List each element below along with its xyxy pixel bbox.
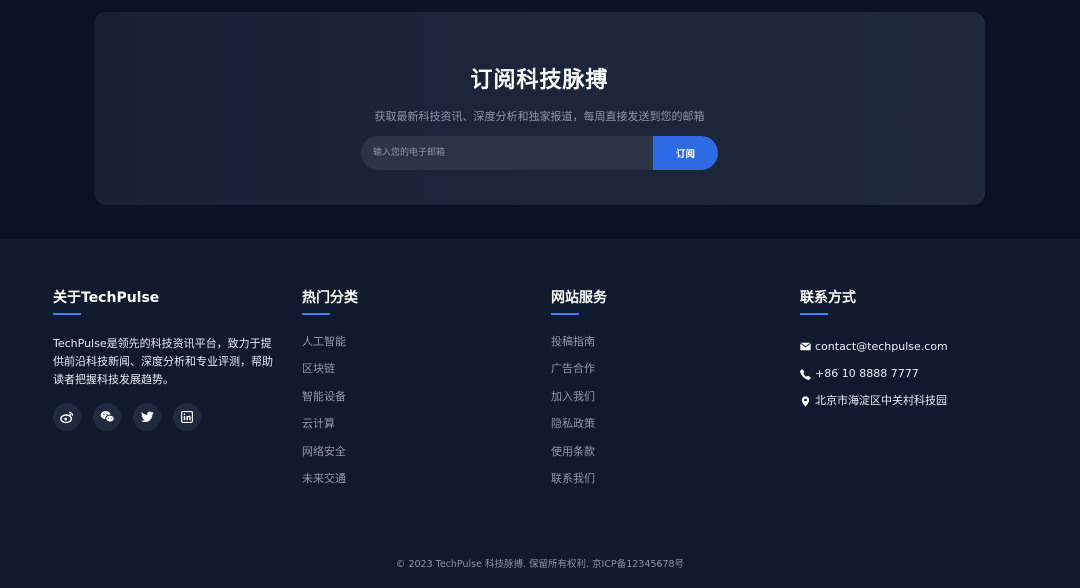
categories-title: 热门分类 — [302, 290, 358, 306]
subscribe-button[interactable]: 订阅 — [653, 136, 718, 170]
subscribe-description: 获取最新科技资讯、深度分析和独家报道，每周直接发送到您的邮箱 — [374, 110, 705, 123]
contact-phone: +86 10 8888 7777 — [815, 367, 919, 381]
contact-email-row: contact@techpulse.com — [800, 333, 948, 360]
contact-phone-row: +86 10 8888 7777 — [800, 360, 948, 387]
subscribe-title: 订阅科技脉搏 — [470, 68, 609, 93]
phone-icon — [800, 368, 811, 380]
contact-list: contact@techpulse.com +86 10 8888 7777 北… — [800, 333, 948, 415]
category-link[interactable]: 云计算 — [302, 415, 358, 442]
contact-address-row: 北京市海淀区中关村科技园 — [800, 388, 948, 415]
linkedin-icon[interactable] — [173, 403, 201, 431]
wechat-icon[interactable] — [93, 403, 121, 431]
twitter-icon[interactable] — [133, 403, 161, 431]
subscribe-form: 订阅 — [361, 136, 718, 170]
services-title-underline — [551, 313, 579, 315]
envelope-icon — [800, 341, 811, 352]
about-title-underline — [53, 313, 81, 315]
social-links — [53, 403, 275, 431]
categories-title-underline — [302, 313, 330, 315]
subscribe-card: 订阅科技脉搏 获取最新科技资讯、深度分析和独家报道，每周直接发送到您的邮箱 订阅 — [94, 12, 985, 205]
service-link[interactable]: 隐私政策 — [551, 415, 607, 442]
category-link[interactable]: 未来交通 — [302, 470, 358, 497]
weibo-icon[interactable] — [53, 403, 81, 431]
service-link[interactable]: 广告合作 — [551, 360, 607, 387]
service-link[interactable]: 加入我们 — [551, 388, 607, 415]
subscribe-section: 订阅科技脉搏 获取最新科技资讯、深度分析和独家报道，每周直接发送到您的邮箱 订阅 — [0, 0, 1080, 239]
footer-contact-column: 联系方式 contact@techpulse.com +86 10 8888 7… — [800, 289, 948, 415]
services-title: 网站服务 — [551, 290, 607, 306]
footer-services-column: 网站服务 投稿指南 广告合作 加入我们 隐私政策 使用条款 联系我们 — [551, 289, 607, 497]
service-link[interactable]: 使用条款 — [551, 443, 607, 470]
footer-about-column: 关于TechPulse TechPulse是领先的科技资讯平台，致力于提供前沿科… — [53, 289, 275, 431]
category-link[interactable]: 网络安全 — [302, 443, 358, 470]
copyright-text: © 2023 TechPulse 科技脉搏. 保留所有权利. 京ICP备1234… — [395, 559, 685, 570]
services-list: 投稿指南 广告合作 加入我们 隐私政策 使用条款 联系我们 — [551, 333, 607, 497]
about-description: TechPulse是领先的科技资讯平台，致力于提供前沿科技新闻、深度分析和专业评… — [53, 337, 273, 386]
category-link[interactable]: 区块链 — [302, 360, 358, 387]
email-input[interactable] — [361, 136, 653, 170]
contact-title-underline — [800, 313, 828, 315]
site-footer: 关于TechPulse TechPulse是领先的科技资讯平台，致力于提供前沿科… — [0, 239, 1080, 588]
contact-address: 北京市海淀区中关村科技园 — [815, 394, 947, 408]
category-link[interactable]: 人工智能 — [302, 333, 358, 360]
categories-list: 人工智能 区块链 智能设备 云计算 网络安全 未来交通 — [302, 333, 358, 497]
contact-title: 联系方式 — [800, 290, 856, 306]
service-link[interactable]: 投稿指南 — [551, 333, 607, 360]
location-pin-icon — [800, 396, 811, 407]
service-link[interactable]: 联系我们 — [551, 470, 607, 497]
contact-email[interactable]: contact@techpulse.com — [815, 338, 948, 356]
category-link[interactable]: 智能设备 — [302, 388, 358, 415]
about-title: 关于TechPulse — [53, 290, 160, 306]
footer-categories-column: 热门分类 人工智能 区块链 智能设备 云计算 网络安全 未来交通 — [302, 289, 358, 497]
